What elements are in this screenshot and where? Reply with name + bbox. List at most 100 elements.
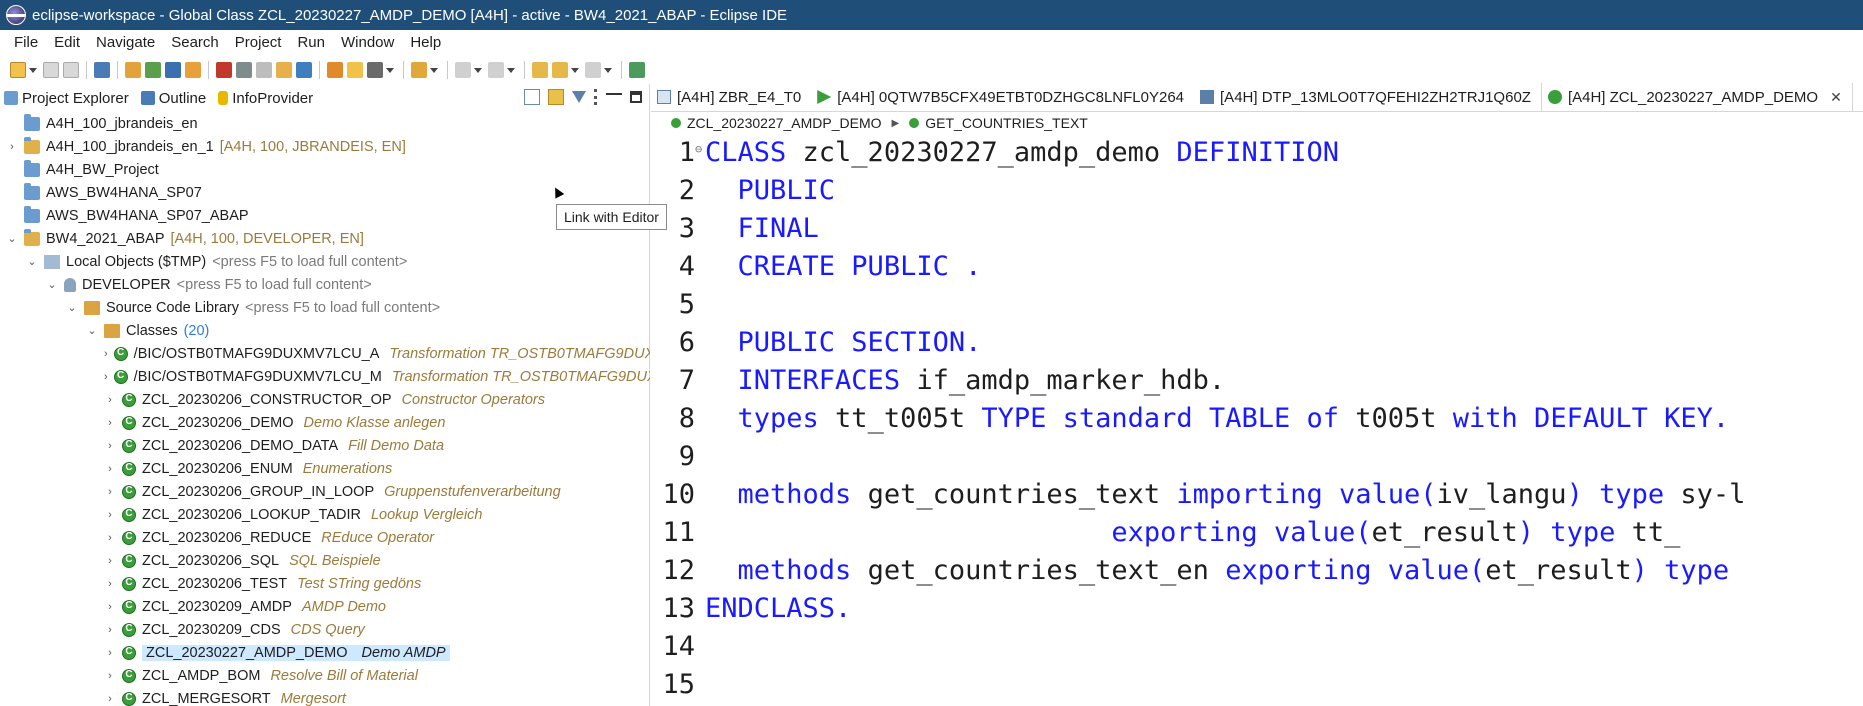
expand-icon[interactable]: › bbox=[104, 509, 116, 521]
code-line[interactable]: 4 CREATE PUBLIC . bbox=[651, 248, 1863, 286]
tree-item[interactable]: › ZCL_20230206_SQL SQL Beispiele bbox=[0, 549, 650, 572]
code-line[interactable]: 5 bbox=[651, 286, 1863, 324]
tree-item[interactable]: ⌄ Classes (20) bbox=[0, 319, 650, 342]
back-dropdown-icon[interactable] bbox=[571, 67, 579, 73]
save-all-icon[interactable] bbox=[63, 62, 79, 78]
expand-icon[interactable]: › bbox=[104, 417, 116, 429]
activate-all-icon[interactable] bbox=[185, 62, 201, 78]
properties-icon[interactable] bbox=[256, 62, 272, 78]
expand-icon[interactable]: › bbox=[104, 601, 116, 613]
tree-item[interactable]: › ZCL_20230206_DEMO Demo Klasse anlegen bbox=[0, 411, 650, 434]
tree-item[interactable]: A4H_BW_Project bbox=[0, 158, 650, 181]
template-dropdown-icon[interactable] bbox=[386, 67, 394, 73]
template-icon[interactable] bbox=[367, 62, 383, 78]
previous-annotation-icon[interactable] bbox=[488, 62, 504, 78]
expand-icon[interactable]: › bbox=[104, 440, 116, 452]
tree-item[interactable]: › ZCL_20230206_GROUP_IN_LOOP Gruppenstuf… bbox=[0, 480, 650, 503]
tree-item[interactable]: ⌄ Source Code Library <press F5 to load … bbox=[0, 296, 650, 319]
tree-item[interactable]: › ZCL_20230206_DEMO_DATA Fill Demo Data bbox=[0, 434, 650, 457]
tree-item[interactable]: › ZCL_20230206_CONSTRUCTOR_OP Constructo… bbox=[0, 388, 650, 411]
collapse-icon[interactable]: ⌄ bbox=[46, 278, 58, 291]
expand-icon[interactable]: › bbox=[104, 555, 116, 567]
tree-item[interactable]: ⌄ BW4_2021_ABAP [A4H, 100, DEVELOPER, EN… bbox=[0, 227, 650, 250]
collapse-icon[interactable]: ⌄ bbox=[6, 232, 18, 245]
print-icon[interactable] bbox=[236, 62, 252, 78]
new-dropdown-icon[interactable] bbox=[29, 67, 37, 73]
expand-icon[interactable]: › bbox=[104, 532, 116, 544]
maximize-icon[interactable] bbox=[630, 91, 642, 103]
close-tab-icon[interactable]: ✕ bbox=[1830, 89, 1842, 106]
expand-icon[interactable]: › bbox=[104, 486, 116, 498]
tree-item[interactable]: › ZCL_MERGESORT Mergesort bbox=[0, 687, 650, 706]
breadcrumb-method[interactable]: GET_COUNTRIES_TEXT bbox=[925, 115, 1088, 131]
code-line[interactable]: 2 PUBLIC bbox=[651, 172, 1863, 210]
new-abap-project-icon[interactable] bbox=[145, 62, 161, 78]
open-object-icon[interactable] bbox=[296, 62, 312, 78]
perspective-icon[interactable] bbox=[629, 62, 645, 78]
link-with-editor-icon[interactable] bbox=[548, 89, 564, 105]
tree-item-selected[interactable]: › ZCL_20230227_AMDP_DEMO Demo AMDP bbox=[0, 641, 650, 664]
expand-icon[interactable]: › bbox=[104, 693, 116, 705]
back-icon[interactable] bbox=[552, 62, 568, 78]
collapse-all-icon[interactable] bbox=[524, 89, 540, 105]
code-line[interactable]: 1⊖ CLASS zcl_20230227_amdp_demo DEFINITIO… bbox=[651, 134, 1863, 172]
save-icon[interactable] bbox=[43, 62, 59, 78]
collapse-icon[interactable]: ⌄ bbox=[26, 255, 38, 268]
expand-icon[interactable]: › bbox=[104, 394, 116, 406]
collapse-icon[interactable]: ⌄ bbox=[66, 301, 78, 314]
tree-item[interactable]: › ZCL_20230209_CDS CDS Query bbox=[0, 618, 650, 641]
editor-tab[interactable]: [A4H] ZBR_E4_T0 bbox=[651, 83, 811, 111]
expand-icon[interactable]: › bbox=[104, 578, 116, 590]
forward-icon[interactable] bbox=[585, 62, 601, 78]
tree-item[interactable]: › ZCL_20230206_REDUCE REduce Operator bbox=[0, 526, 650, 549]
code-line[interactable]: 7 INTERFACES if_amdp_marker_hdb. bbox=[651, 362, 1863, 400]
activate-icon[interactable] bbox=[165, 62, 181, 78]
code-editor[interactable]: 1⊖ CLASS zcl_20230227_amdp_demo DEFINITIO… bbox=[651, 134, 1863, 706]
tree-item[interactable]: ⌄ DEVELOPER <press F5 to load full conte… bbox=[0, 273, 650, 296]
new-icon[interactable] bbox=[10, 62, 26, 78]
breadcrumb-class[interactable]: ZCL_20230227_AMDP_DEMO bbox=[687, 115, 882, 131]
tab-infoprovider[interactable]: InfoProvider bbox=[214, 84, 321, 112]
view-menu-icon[interactable] bbox=[594, 89, 598, 105]
tab-project-explorer[interactable]: Project Explorer bbox=[0, 84, 137, 112]
menu-window[interactable]: Window bbox=[333, 31, 402, 55]
code-line[interactable]: 14 bbox=[651, 628, 1863, 666]
tab-outline[interactable]: Outline bbox=[137, 84, 215, 112]
tree-item[interactable]: AWS_BW4HANA_SP07_ABAP bbox=[0, 204, 650, 227]
next-annotation-dropdown-icon[interactable] bbox=[474, 67, 482, 73]
menu-edit[interactable]: Edit bbox=[46, 31, 88, 55]
next-annotation-icon[interactable] bbox=[455, 62, 471, 78]
run-icon[interactable] bbox=[327, 62, 343, 78]
expand-icon[interactable]: › bbox=[104, 463, 116, 475]
tree-item[interactable]: › A4H_100_jbrandeis_en_1 [A4H, 100, JBRA… bbox=[0, 135, 650, 158]
transport-icon[interactable] bbox=[276, 62, 292, 78]
code-line[interactable]: 11 exporting value(et_result) type tt_ bbox=[651, 514, 1863, 552]
code-line[interactable]: 8 types tt_t005t TYPE standard TABLE of … bbox=[651, 400, 1863, 438]
editor-tab[interactable]: [A4H] DTP_13MLO0T7QFEHI2ZH2TRJ1Q60Z bbox=[1194, 83, 1541, 111]
tree-item[interactable]: › ZCL_AMDP_BOM Resolve Bill of Material bbox=[0, 664, 650, 687]
code-line[interactable]: 10 methods get_countries_text importing … bbox=[651, 476, 1863, 514]
menu-project[interactable]: Project bbox=[227, 31, 290, 55]
menu-search[interactable]: Search bbox=[163, 31, 227, 55]
tree-item[interactable]: ⌄ Local Objects ($TMP) <press F5 to load… bbox=[0, 250, 650, 273]
editor-tab-active[interactable]: [A4H] ZCL_20230227_AMDP_DEMO ✕ bbox=[1540, 83, 1853, 111]
expand-icon[interactable]: › bbox=[104, 348, 108, 360]
code-line[interactable]: 6 PUBLIC SECTION. bbox=[651, 324, 1863, 362]
last-edit-location-icon[interactable] bbox=[532, 62, 548, 78]
code-line[interactable]: 9 bbox=[651, 438, 1863, 476]
filter-icon[interactable] bbox=[572, 91, 586, 103]
tree-item[interactable]: › /BIC/OSTB0TMAFG9DUXMV7LCU_M Transforma… bbox=[0, 365, 650, 388]
menu-help[interactable]: Help bbox=[402, 31, 449, 55]
menu-file[interactable]: File bbox=[6, 31, 46, 55]
menu-navigate[interactable]: Navigate bbox=[88, 31, 163, 55]
code-line[interactable]: 12 methods get_countries_text_en exporti… bbox=[651, 552, 1863, 590]
tree-item[interactable]: A4H_100_jbrandeis_en bbox=[0, 112, 650, 135]
expand-icon[interactable]: › bbox=[6, 141, 18, 153]
check-icon[interactable] bbox=[216, 62, 232, 78]
tree-item[interactable]: › ZCL_20230206_ENUM Enumerations bbox=[0, 457, 650, 480]
code-line[interactable]: 13 ENDCLASS. bbox=[651, 590, 1863, 628]
tree-item[interactable]: › ZCL_20230209_AMDP AMDP Demo bbox=[0, 595, 650, 618]
menu-run[interactable]: Run bbox=[289, 31, 333, 55]
code-line[interactable]: 15 bbox=[651, 666, 1863, 704]
expand-icon[interactable]: › bbox=[104, 647, 116, 659]
